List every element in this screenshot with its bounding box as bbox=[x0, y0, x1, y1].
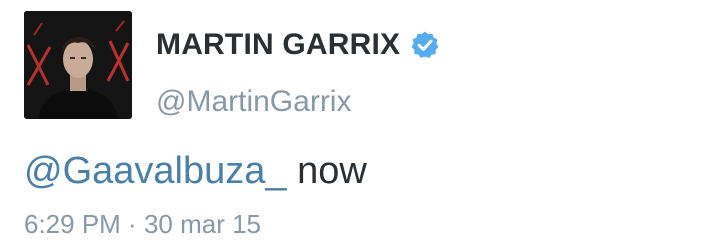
tweet-date: 30 mar 15 bbox=[143, 209, 262, 239]
tweet: MARTIN GARRIX @MartinGarrix @Gaavalbuza_… bbox=[0, 0, 720, 240]
display-name[interactable]: MARTIN GARRIX bbox=[156, 24, 400, 66]
tweet-timestamp[interactable]: 6:29 PM · 30 mar 15 bbox=[24, 208, 261, 240]
tweet-text: @Gaavalbuza_ now bbox=[24, 146, 367, 196]
verified-badge-icon bbox=[410, 30, 440, 60]
user-handle[interactable]: @MartinGarrix bbox=[156, 84, 440, 120]
avatar[interactable] bbox=[24, 11, 132, 119]
name-row: MARTIN GARRIX bbox=[156, 24, 440, 66]
timestamp-separator: · bbox=[120, 209, 144, 239]
avatar-photo bbox=[24, 11, 132, 119]
mention-link[interactable]: @Gaavalbuza_ bbox=[24, 150, 287, 192]
tweet-body-text: now bbox=[286, 150, 367, 192]
user-info: MARTIN GARRIX @MartinGarrix bbox=[156, 24, 440, 120]
tweet-time: 6:29 PM bbox=[24, 209, 121, 239]
